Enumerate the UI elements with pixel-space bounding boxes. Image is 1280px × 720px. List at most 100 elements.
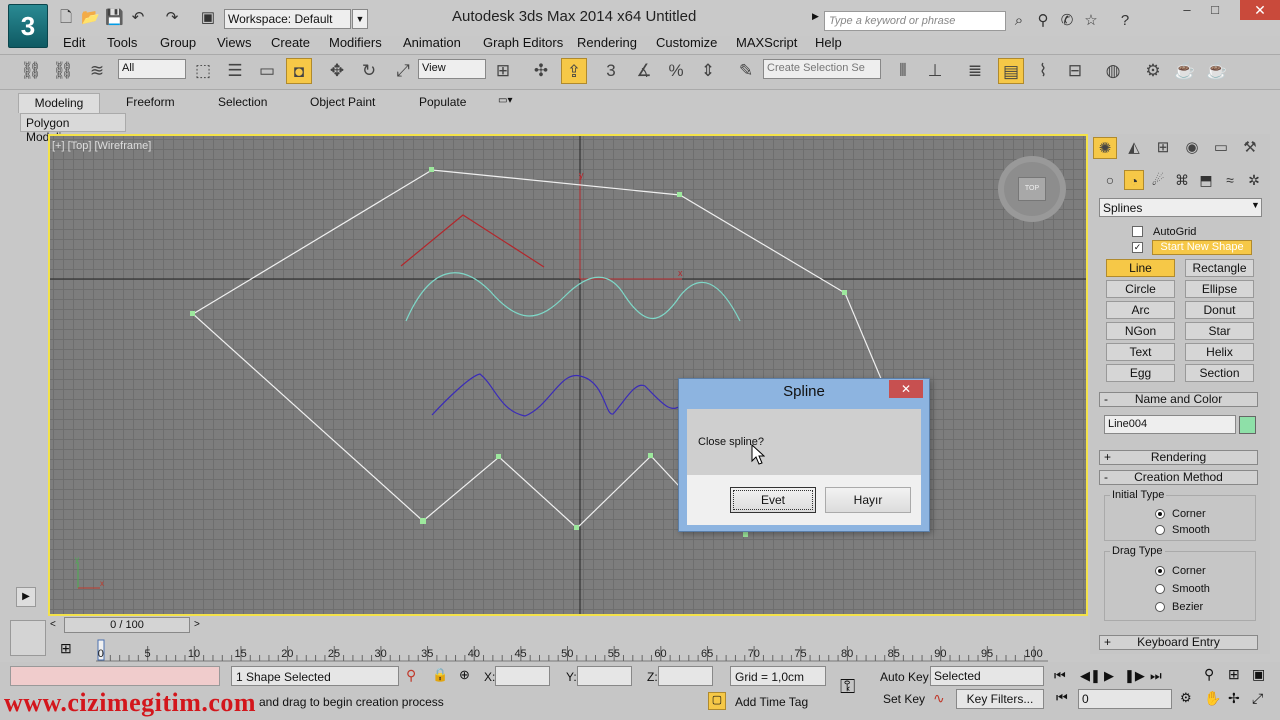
menu-rendering[interactable]: Rendering: [577, 35, 637, 50]
polygon-modeling-panel[interactable]: Polygon Modeling: [20, 113, 126, 144]
menu-edit[interactable]: Edit: [63, 35, 85, 50]
lights-icon[interactable]: ☄: [1148, 170, 1168, 190]
edit-named-selection-icon[interactable]: ✎: [733, 58, 759, 84]
motion-tab-icon[interactable]: ◉: [1180, 137, 1204, 159]
open-file-icon[interactable]: 📂: [81, 9, 100, 27]
select-and-link-icon[interactable]: ⛓: [18, 58, 44, 84]
ngon-button[interactable]: NGon: [1106, 322, 1175, 340]
tab-populate[interactable]: Populate: [419, 95, 466, 109]
menu-tools[interactable]: Tools: [107, 35, 137, 50]
binoculars-icon[interactable]: ⌕: [1010, 12, 1028, 30]
manipulate-icon[interactable]: ✣: [528, 58, 554, 84]
play-icon[interactable]: ▶: [1104, 668, 1114, 684]
scale-icon[interactable]: ⤢: [390, 58, 416, 84]
set-key-button[interactable]: Set Key: [883, 692, 925, 706]
reference-coordinate-dropdown[interactable]: View: [418, 59, 486, 79]
object-name-input[interactable]: Line004: [1104, 415, 1236, 434]
spinner-snap-icon[interactable]: ⇕: [695, 58, 721, 84]
no-button[interactable]: Hayır: [825, 487, 911, 513]
search-expand-icon[interactable]: ▶: [812, 11, 824, 31]
mini-listener-toggle[interactable]: [10, 620, 46, 656]
menu-create[interactable]: Create: [271, 35, 310, 50]
window-crossing-icon[interactable]: ◘: [286, 58, 312, 84]
previous-frame-icon[interactable]: ◀❚: [1080, 668, 1101, 684]
helpers-icon[interactable]: ⬒: [1196, 170, 1216, 190]
star-button[interactable]: Star: [1185, 322, 1254, 340]
close-window-button[interactable]: ✕: [1240, 0, 1280, 20]
mirror-icon[interactable]: ⫴: [890, 58, 916, 84]
menu-help[interactable]: Help: [815, 35, 842, 50]
new-file-icon[interactable]: 🗋: [57, 9, 75, 27]
maximize-button[interactable]: □: [1204, 3, 1226, 18]
render-setup-icon[interactable]: ⚙: [1140, 58, 1166, 84]
rendering-rollout[interactable]: + Rendering: [1099, 450, 1258, 465]
key-filters-button[interactable]: Key Filters...: [956, 689, 1044, 709]
time-configuration-icon[interactable]: ⚙: [1180, 690, 1192, 706]
ribbon-options-icon[interactable]: ▭▾: [498, 95, 512, 106]
bind-space-warp-icon[interactable]: ≋: [84, 58, 110, 84]
circle-button[interactable]: Circle: [1106, 280, 1175, 298]
viewcube-top-face[interactable]: TOP: [1018, 177, 1046, 201]
creation-method-rollout[interactable]: - Creation Method: [1099, 470, 1258, 485]
drag-smooth-radio[interactable]: [1155, 584, 1165, 594]
expand-track-icon[interactable]: ▶: [16, 587, 36, 607]
next-frame-arrow-icon[interactable]: >: [194, 619, 200, 630]
angle-snap-icon[interactable]: ∡: [631, 58, 657, 84]
menu-views[interactable]: Views: [217, 35, 251, 50]
hierarchy-tab-icon[interactable]: ⊞: [1151, 137, 1175, 159]
material-editor-icon[interactable]: ◍: [1100, 58, 1126, 84]
named-selection-set-input[interactable]: Create Selection Se: [763, 59, 881, 79]
menu-modifiers[interactable]: Modifiers: [329, 35, 382, 50]
next-frame-icon[interactable]: ❚▶: [1124, 668, 1145, 684]
drag-bezier-radio[interactable]: [1155, 602, 1165, 612]
go-to-start-icon[interactable]: ⏮: [1054, 668, 1066, 684]
favorites-star-icon[interactable]: ☆: [1082, 12, 1100, 30]
tab-selection[interactable]: Selection: [218, 95, 267, 109]
move-icon[interactable]: ✥: [324, 58, 350, 84]
redo-icon[interactable]: ↷: [163, 9, 181, 27]
time-tag-icon[interactable]: ▢: [708, 692, 726, 710]
save-icon[interactable]: 💾: [105, 9, 124, 27]
key-mode-dropdown[interactable]: Selected: [930, 666, 1044, 686]
menu-group[interactable]: Group: [160, 35, 196, 50]
tab-freeform[interactable]: Freeform: [126, 95, 175, 109]
maxscript-listener-field[interactable]: [10, 666, 220, 686]
line-button[interactable]: Line: [1106, 259, 1175, 277]
menu-customize[interactable]: Customize: [656, 35, 717, 50]
shape-category-dropdown[interactable]: Splines: [1099, 198, 1262, 217]
yes-button[interactable]: Evet: [730, 487, 816, 513]
ribbon-toggle-icon[interactable]: ▤: [998, 58, 1024, 84]
workspace-dropdown[interactable]: Workspace: Default: [224, 9, 351, 29]
initial-corner-radio[interactable]: [1155, 509, 1165, 519]
curve-editor-icon[interactable]: ⌇: [1030, 58, 1056, 84]
space-warps-icon[interactable]: ≈: [1220, 170, 1240, 190]
text-button[interactable]: Text: [1106, 343, 1175, 361]
time-slider[interactable]: 0 / 100: [64, 617, 190, 633]
subscription-icon[interactable]: ⚲: [1034, 12, 1052, 30]
orbit-icon[interactable]: ✢: [1228, 690, 1240, 707]
go-to-end-icon[interactable]: ⏭: [1150, 668, 1162, 684]
zoom-extents-icon[interactable]: ▣: [1252, 666, 1265, 683]
tab-modeling[interactable]: Modeling: [18, 93, 100, 113]
x-coordinate-input[interactable]: [495, 666, 550, 686]
snaps-toggle-icon[interactable]: 3: [598, 58, 624, 84]
maximize-viewport-icon[interactable]: ⤢: [1252, 690, 1263, 707]
section-button[interactable]: Section: [1185, 364, 1254, 382]
zoom-icon[interactable]: ⚲: [1204, 666, 1214, 683]
zoom-all-icon[interactable]: ⊞: [1228, 666, 1240, 683]
isolate-selection-icon[interactable]: ⚲: [406, 667, 416, 684]
systems-icon[interactable]: ✲: [1244, 170, 1264, 190]
layer-manager-icon[interactable]: ≣: [962, 58, 988, 84]
rendered-frame-window-icon[interactable]: ☕: [1172, 58, 1198, 84]
rotate-icon[interactable]: ↻: [356, 58, 382, 84]
tab-object-paint[interactable]: Object Paint: [310, 95, 375, 109]
utilities-tab-icon[interactable]: ⚒: [1238, 137, 1262, 159]
arc-button[interactable]: Arc: [1106, 301, 1175, 319]
name-and-color-rollout[interactable]: - Name and Color: [1099, 392, 1258, 407]
drag-corner-radio[interactable]: [1155, 566, 1165, 576]
selection-lock-icon[interactable]: 🔒: [432, 667, 448, 683]
select-object-icon[interactable]: ⬚: [190, 58, 216, 84]
pivot-center-icon[interactable]: ⊞: [490, 58, 516, 84]
render-production-icon[interactable]: ☕: [1204, 58, 1230, 84]
cameras-icon[interactable]: ⌘: [1172, 170, 1192, 190]
